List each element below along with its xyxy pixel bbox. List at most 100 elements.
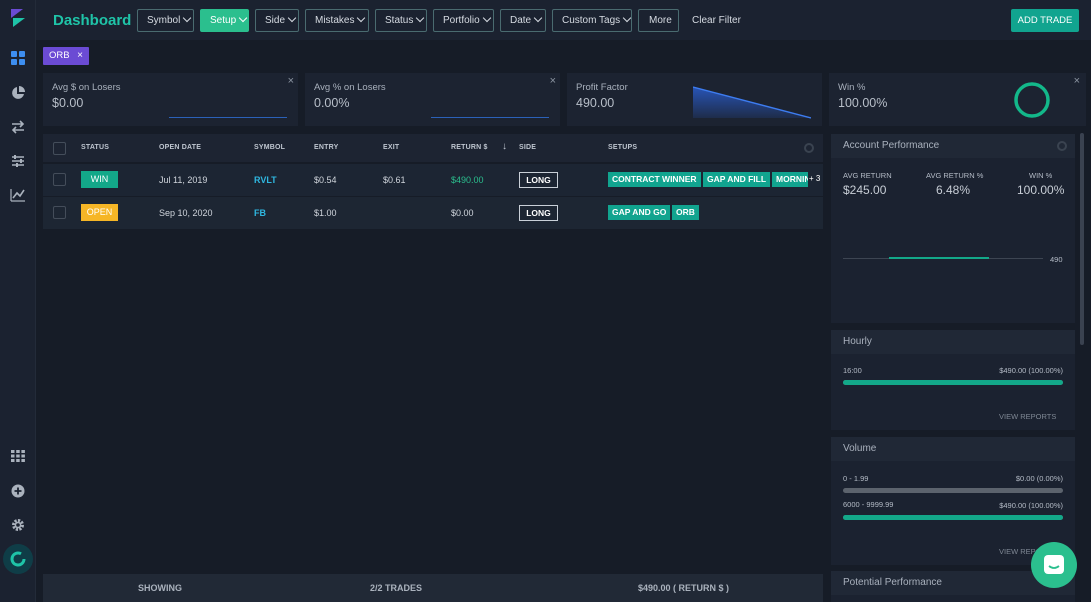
chevron-down-icon (482, 13, 491, 23)
sliders-icon[interactable] (10, 153, 26, 169)
row-checkbox[interactable] (53, 173, 66, 186)
volume-bar-fill (843, 515, 1063, 520)
panel-settings-gear-icon[interactable] (1057, 141, 1067, 151)
column-symbol[interactable]: SYMBOL (254, 144, 285, 151)
return-value: $0.00 (451, 208, 474, 218)
panel-title: Volume (831, 437, 1075, 461)
win-pct-value: 100.00% (1017, 183, 1065, 197)
avg-return-pct-value: 6.48% (936, 183, 971, 197)
entry-price: $1.00 (314, 208, 337, 218)
chevron-down-icon (183, 13, 192, 23)
panel-title: Hourly (831, 330, 1075, 354)
column-side[interactable]: SIDE (519, 144, 536, 151)
filter-side-button[interactable]: Side (255, 9, 299, 32)
chevron-down-icon (416, 13, 425, 23)
card-value: 490.00 (576, 96, 615, 110)
setup-tag[interactable]: ORB (672, 205, 699, 220)
card-label: Profit Factor (576, 82, 628, 93)
chevron-down-icon (622, 13, 632, 23)
view-reports-link[interactable]: VIEW REPORTS (999, 412, 1056, 421)
setup-tag[interactable]: GAP AND GO (608, 205, 671, 220)
filter-symbol-button[interactable]: Symbol (137, 9, 194, 32)
close-icon[interactable]: × (1074, 75, 1080, 87)
setup-tag[interactable]: CONTRACT WINNER (608, 172, 701, 187)
chevron-down-icon (357, 13, 366, 23)
symbol-link[interactable]: RVLT (254, 175, 277, 185)
chevron-down-icon (238, 13, 248, 23)
apps-grid-icon[interactable] (10, 448, 26, 464)
transfer-arrows-icon[interactable] (10, 119, 26, 135)
hour-value: $490.00 (100.00%) (999, 366, 1063, 375)
volume-range-value: $0.00 (0.00%) (1015, 474, 1063, 483)
card-value: 100.00% (838, 96, 888, 110)
win-rate-ring (1014, 82, 1050, 118)
entry-price: $0.54 (314, 175, 337, 185)
app-logo-icon[interactable] (9, 7, 27, 29)
card-label: Avg $ on Losers (52, 82, 121, 93)
setup-tag[interactable]: GAP AND FILL (703, 172, 771, 187)
right-panel-scrollbar[interactable] (1080, 133, 1084, 345)
table-row[interactable]: WIN Jul 11, 2019 RVLT $0.54 $0.61 $490.0… (43, 164, 823, 196)
filter-mistakes-button[interactable]: Mistakes (305, 9, 369, 32)
select-all-checkbox[interactable] (53, 142, 66, 155)
open-date: Jul 11, 2019 (159, 175, 208, 185)
more-filters-button[interactable]: More (638, 9, 679, 32)
filter-portfolio-button[interactable]: Portfolio (433, 9, 494, 32)
close-icon[interactable]: × (550, 75, 556, 87)
close-icon[interactable]: × (288, 75, 294, 87)
table-row[interactable]: OPEN Sep 10, 2020 FB $1.00 $0.00 LONG GA… (43, 197, 823, 229)
chat-support-button[interactable] (1031, 542, 1077, 588)
dashboard-icon[interactable] (10, 50, 26, 66)
account-performance-panel: Account Performance AVG RETURN $245.00 A… (831, 134, 1075, 323)
column-status[interactable]: STATUS (81, 144, 109, 151)
card-value: 0.00% (314, 96, 350, 110)
win-pct-card: Win % 100.00% × (829, 73, 1086, 126)
row-checkbox[interactable] (53, 206, 66, 219)
footer-total-return: $490.00 ( RETURN $ ) (638, 583, 730, 593)
side-badge: LONG (519, 172, 558, 188)
filter-custom-tags-button[interactable]: Custom Tags (552, 9, 632, 32)
equity-value-label: 490 (1050, 255, 1063, 264)
filter-date-button[interactable]: Date (500, 9, 546, 32)
exit-price: $0.61 (383, 175, 406, 185)
filter-setup-button[interactable]: Setup (200, 9, 249, 32)
setup-filter-chip: ORB × (43, 47, 89, 65)
pie-chart-icon[interactable] (10, 85, 26, 101)
chevron-down-icon (533, 13, 543, 23)
hour-label: 16:00 (843, 366, 862, 375)
avg-return-label: AVG RETURN (843, 171, 892, 180)
chat-bubble-icon (1044, 555, 1064, 574)
return-value: $490.00 (451, 175, 484, 185)
volume-range-value: $490.00 (100.00%) (999, 501, 1063, 510)
win-pct-label: WIN % (1029, 171, 1053, 180)
column-exit[interactable]: EXIT (383, 144, 399, 151)
profit-factor-card: Profit Factor 490.00 (567, 73, 822, 126)
more-tags-count[interactable]: + 3 (809, 174, 820, 183)
avg-dollar-losers-card: Avg $ on Losers $0.00 × (43, 73, 298, 126)
side-badge: LONG (519, 205, 558, 221)
status-badge: OPEN (81, 204, 118, 221)
remove-chip-icon[interactable]: × (77, 47, 83, 65)
column-open-date[interactable]: OPEN DATE (159, 144, 201, 151)
sort-arrow-icon[interactable]: ↓ (502, 141, 507, 152)
table-settings-gear-icon[interactable] (804, 143, 814, 153)
settings-gear-icon[interactable] (10, 517, 26, 533)
sparkline (431, 117, 549, 118)
panel-title: Account Performance (831, 134, 1075, 158)
footer-showing: SHOWING (138, 583, 182, 593)
clear-filter-link[interactable]: Clear Filter (692, 15, 741, 26)
column-setups[interactable]: SETUPS (608, 144, 637, 151)
equity-line (889, 257, 989, 259)
column-entry[interactable]: ENTRY (314, 144, 338, 151)
symbol-link[interactable]: FB (254, 208, 266, 218)
setup-tag[interactable]: MORNIN (772, 172, 808, 187)
filter-status-button[interactable]: Status (375, 9, 427, 32)
card-value: $0.00 (52, 96, 84, 110)
chevron-down-icon (287, 13, 297, 23)
add-circle-icon[interactable] (10, 483, 26, 499)
sparkline (169, 117, 287, 118)
line-chart-icon[interactable] (10, 187, 26, 203)
add-trade-button[interactable]: ADD TRADE (1011, 9, 1079, 32)
sync-icon[interactable] (3, 544, 33, 574)
column-return[interactable]: RETURN $ (451, 144, 488, 151)
